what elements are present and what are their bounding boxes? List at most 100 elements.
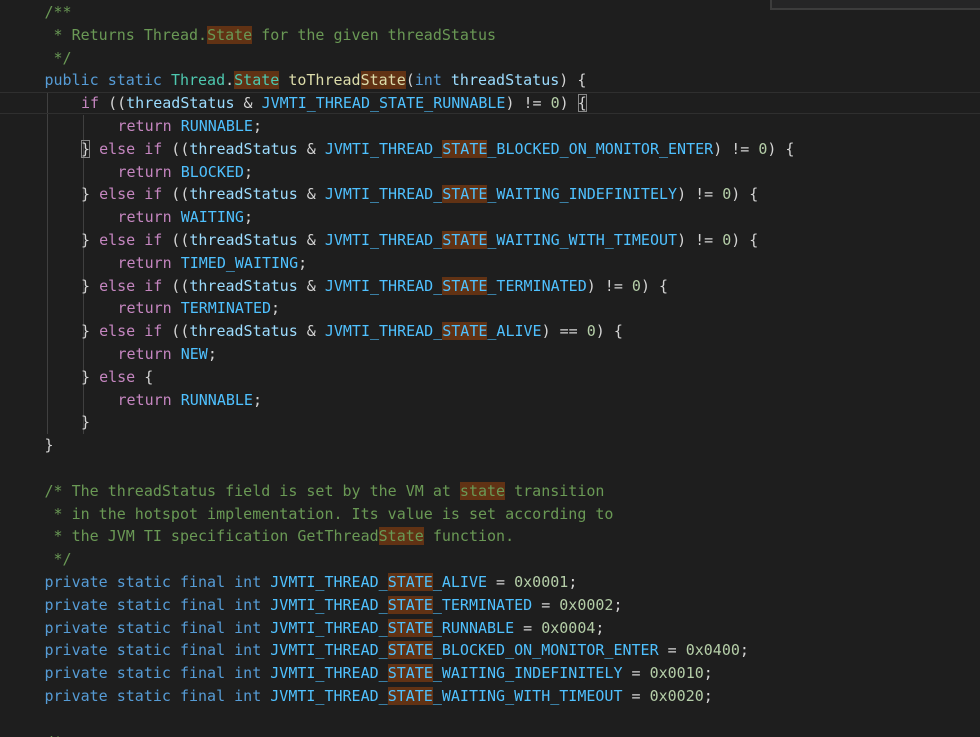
code-line[interactable]: if ((threadStatus & JVMTI_THREAD_STATE_R… [81, 92, 587, 115]
code-token: (( [99, 94, 127, 113]
code-token: JVMTI_THREAD_STATE_RUNNABLE [261, 94, 506, 113]
code-token: _BLOCKED_ON_MONITOR_ENTER [432, 641, 659, 660]
code-token: _WAITING_WITH_TIMEOUT [432, 687, 623, 705]
code-token: final [179, 573, 226, 591]
code-line[interactable]: return RUNNABLE; [118, 115, 263, 138]
code-token: threadStatus [189, 185, 298, 204]
code-token: ; [703, 664, 713, 683]
code-line[interactable]: } [45, 434, 54, 457]
code-token: return [117, 253, 172, 272]
code-token: } [81, 276, 100, 295]
code-token: ) { [731, 185, 759, 204]
code-token: final [179, 618, 226, 637]
code-line[interactable]: private static final int JVMTI_THREAD_ST… [45, 571, 577, 594]
code-line[interactable]: } else if ((threadStatus & JVMTI_THREAD_… [81, 183, 758, 206]
code-line[interactable]: private static final int JVMTI_THREAD_ST… [45, 594, 623, 617]
code-line[interactable]: } else if ((threadStatus & JVMTI_THREAD_… [81, 275, 668, 298]
code-line[interactable]: private static final int JVMTI_THREAD_ST… [45, 685, 713, 708]
code-line[interactable]: return WAITING; [118, 206, 253, 229]
code-line[interactable]: public static Thread.State toThreadState… [45, 69, 586, 92]
code-line[interactable]: return NEW; [118, 343, 217, 366]
code-line[interactable]: } else if ((threadStatus & JVMTI_THREAD_… [81, 229, 758, 252]
code-token: int [234, 641, 262, 660]
code-token: int [234, 664, 262, 683]
find-match-token: STATE [442, 185, 488, 204]
code-token: static [116, 641, 171, 660]
code-line[interactable]: } [81, 411, 90, 434]
code-token: } [44, 436, 54, 455]
code-token: 0 [722, 231, 732, 249]
code-line[interactable]: } else if ((threadStatus & JVMTI_THREAD_… [81, 138, 794, 161]
code-token: RUNNABLE [180, 117, 253, 135]
code-token: JVMTI_THREAD_ [324, 139, 443, 158]
code-token: final [179, 664, 226, 683]
code-token: BLOCKED [180, 162, 244, 181]
code-token: final [179, 687, 226, 705]
code-line[interactable]: */ [45, 47, 72, 70]
code-token: ; [739, 641, 749, 660]
code-token: & [234, 94, 262, 113]
code-line[interactable]: /* [45, 731, 63, 737]
code-token: ; [243, 208, 253, 227]
code-token: ) { [595, 322, 623, 341]
code-line[interactable]: * Returns Thread.State for the given thr… [44, 24, 497, 47]
code-line[interactable]: return RUNNABLE; [118, 389, 263, 412]
code-token: ; [703, 687, 713, 705]
find-match-token: State [234, 71, 280, 90]
code-editor[interactable]: /** * Returns Thread.State for the given… [0, 0, 980, 737]
code-token: JVMTI_THREAD_ [270, 595, 388, 614]
code-token: else [99, 367, 136, 386]
code-token: (( [162, 322, 190, 341]
code-line[interactable]: */ [45, 548, 72, 571]
code-token: * the JVM TI specification GetThread [44, 527, 379, 546]
code-token: ) { [731, 231, 759, 249]
code-line[interactable]: private static final int JVMTI_THREAD_ST… [45, 639, 749, 662]
code-line[interactable]: return TIMED_WAITING; [118, 252, 308, 275]
code-token: TIMED_WAITING [180, 253, 299, 272]
code-line[interactable]: return TERMINATED; [118, 297, 281, 320]
code-token: (( [162, 139, 190, 158]
code-token: } [81, 322, 100, 341]
code-token: _ALIVE [487, 322, 542, 341]
code-token: private [44, 664, 108, 683]
code-token: static [116, 573, 171, 591]
code-token: int [234, 618, 262, 637]
code-token: 0 [586, 322, 596, 341]
code-line[interactable]: return BLOCKED; [118, 161, 253, 184]
code-token: } [81, 413, 91, 432]
code-token: for the given threadStatus [252, 25, 497, 44]
find-match-token: STATE [442, 231, 488, 249]
find-match-token: STATE [387, 641, 433, 660]
code-line[interactable]: /* The threadStatus field is set by the … [45, 480, 604, 503]
code-token: */ [44, 550, 72, 569]
code-token: JVMTI_THREAD_ [324, 276, 443, 295]
code-line[interactable]: * in the hotspot implementation. Its val… [45, 503, 614, 526]
code-line[interactable]: private static final int JVMTI_THREAD_ST… [45, 662, 713, 685]
find-match-token: State [207, 25, 253, 44]
code-line[interactable]: * the JVM TI specification GetThreadStat… [44, 525, 514, 548]
code-line[interactable]: } else if ((threadStatus & JVMTI_THREAD_… [81, 320, 623, 343]
code-token: 0x0400 [685, 641, 740, 660]
code-line[interactable]: /** [45, 1, 72, 24]
code-line[interactable]: private static final int JVMTI_THREAD_ST… [45, 617, 604, 640]
find-match-token: STATE [387, 687, 433, 705]
code-token: JVMTI_THREAD_ [270, 664, 388, 683]
code-token: * Returns Thread. [44, 25, 208, 44]
code-token: 0x0010 [649, 664, 704, 683]
code-token: return [117, 299, 172, 318]
code-token: _ALIVE [432, 573, 488, 591]
code-line[interactable]: } else { [81, 366, 153, 389]
code-token: 0x0020 [649, 687, 704, 705]
code-token: } [81, 185, 100, 204]
